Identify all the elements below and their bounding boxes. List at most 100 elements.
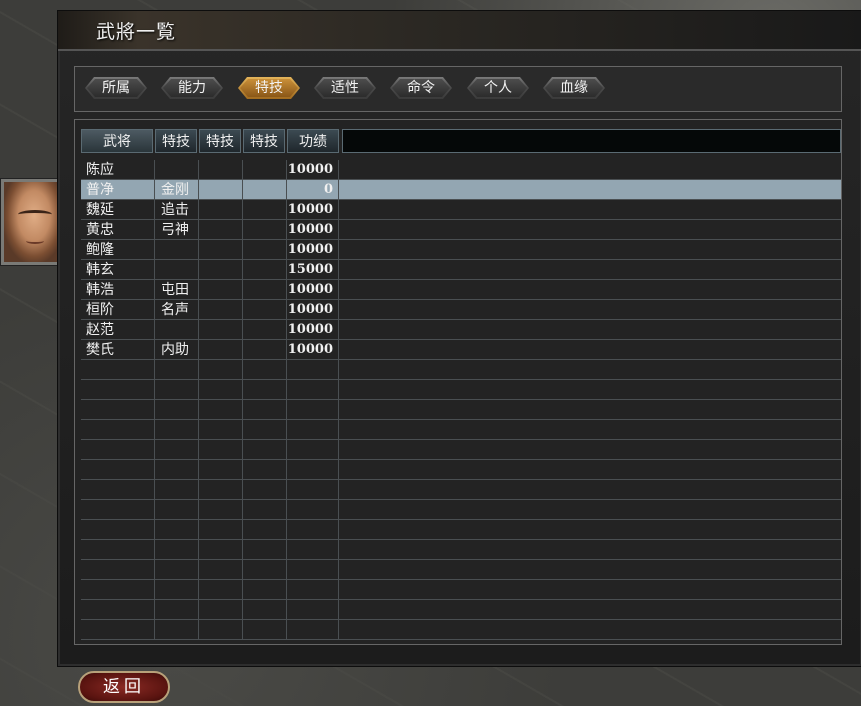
cell-name: 魏延 <box>86 202 114 218</box>
cell-skill1 <box>161 240 197 260</box>
cell-name: 赵范 <box>86 322 114 338</box>
cell-skill3 <box>249 180 285 200</box>
cell-name: 韩玄 <box>86 262 114 278</box>
cell-name: 韩浩 <box>86 282 114 298</box>
cell-skill3 <box>249 340 285 360</box>
header-merit[interactable]: 功绩 <box>287 129 339 153</box>
table-row-empty <box>81 460 841 480</box>
table-row-empty <box>81 420 841 440</box>
cell-skill3 <box>249 220 285 240</box>
cell-skill3 <box>249 320 285 340</box>
officer-table-panel: 武将 特技 特技 特技 功绩 樊氏 内助 10000 赵范 10000 桓阶 名声 10000… <box>74 119 842 645</box>
table-row-empty <box>81 400 841 420</box>
table-body: 樊氏 内助 10000 赵范 10000 桓阶 名声 10000 韩浩 屯田 10000 韩玄 1500… <box>81 160 841 640</box>
officer-list-window: 武將一覧 所属 能力 特技 适性 命令 个人 血缘 武将 特技 特技 特技 功绩… <box>57 10 861 667</box>
cell-skill2 <box>205 220 241 240</box>
table-row[interactable]: 樊氏 内助 10000 <box>81 340 841 360</box>
cell-name: 樊氏 <box>86 342 114 358</box>
cell-merit: 10000 <box>287 162 333 177</box>
column-divider <box>338 160 339 640</box>
table-row[interactable]: 桓阶 名声 10000 <box>81 300 841 320</box>
tab-command[interactable]: 命令 <box>390 77 452 99</box>
cell-skill1: 追击 <box>161 202 189 218</box>
cell-skill1 <box>161 260 197 280</box>
tab-label: 特技 <box>255 80 283 96</box>
tab-label: 血缘 <box>560 80 588 96</box>
cell-skill2 <box>205 320 241 340</box>
cell-merit: 10000 <box>287 342 333 357</box>
column-divider <box>242 160 243 640</box>
tab-bloodline[interactable]: 血缘 <box>543 77 605 99</box>
cell-skill3 <box>249 280 285 300</box>
table-row[interactable]: 黄忠 弓神 10000 <box>81 220 841 240</box>
header-empty-area <box>342 129 841 153</box>
cell-merit: 10000 <box>287 302 333 317</box>
tab-label: 能力 <box>178 80 206 96</box>
table-header: 武将 特技 特技 特技 功绩 <box>81 129 841 153</box>
cell-skill1: 金刚 <box>161 182 189 198</box>
cell-skill2 <box>205 200 241 220</box>
cell-skill1: 屯田 <box>161 282 189 298</box>
header-skill-1[interactable]: 特技 <box>155 129 197 153</box>
table-row-empty <box>81 520 841 540</box>
tab-personal[interactable]: 个人 <box>467 77 529 99</box>
column-divider <box>198 160 199 640</box>
table-row-empty <box>81 440 841 460</box>
table-row-empty <box>81 620 841 640</box>
cell-merit: 10000 <box>287 202 333 217</box>
title-bar: 武將一覧 <box>58 11 861 51</box>
cell-skill1 <box>161 320 197 340</box>
cell-skill2 <box>205 260 241 280</box>
cell-skill2 <box>205 180 241 200</box>
cell-name: 桓阶 <box>86 302 114 318</box>
tab-ability[interactable]: 能力 <box>161 77 223 99</box>
cell-merit: 10000 <box>287 242 333 257</box>
tab-affiliation[interactable]: 所属 <box>85 77 147 99</box>
cell-skill1: 名声 <box>161 302 189 318</box>
column-divider <box>154 160 155 640</box>
table-row-empty <box>81 580 841 600</box>
cell-merit: 10000 <box>287 222 333 237</box>
back-button[interactable]: 返回 <box>78 671 170 703</box>
cell-merit: 15000 <box>287 262 333 277</box>
tab-label: 个人 <box>484 80 512 96</box>
table-row[interactable]: 韩玄 15000 <box>81 260 841 280</box>
cell-skill1: 内助 <box>161 342 189 358</box>
cell-name: 陈应 <box>86 162 114 178</box>
cell-skill1 <box>161 160 197 180</box>
cell-name: 普净 <box>86 182 114 198</box>
cell-name: 黄忠 <box>86 222 114 238</box>
window-title: 武將一覧 <box>96 21 177 43</box>
cell-skill3 <box>249 200 285 220</box>
table-row-empty <box>81 540 841 560</box>
cell-merit: 10000 <box>287 282 333 297</box>
cell-skill2 <box>205 300 241 320</box>
table-row[interactable]: 鲍隆 10000 <box>81 240 841 260</box>
cell-merit: 10000 <box>287 322 333 337</box>
table-row-empty <box>81 380 841 400</box>
cell-skill2 <box>205 240 241 260</box>
table-row[interactable]: 魏延 追击 10000 <box>81 200 841 220</box>
table-row-empty <box>81 360 841 380</box>
table-row[interactable]: 韩浩 屯田 10000 <box>81 280 841 300</box>
tab-label: 所属 <box>102 80 130 96</box>
header-skill-3[interactable]: 特技 <box>243 129 285 153</box>
table-row[interactable]: 赵范 10000 <box>81 320 841 340</box>
cell-name: 鲍隆 <box>86 242 114 258</box>
cell-skill3 <box>249 240 285 260</box>
tab-skill[interactable]: 特技 <box>238 77 300 99</box>
portrait-face <box>4 182 64 262</box>
header-skill-2[interactable]: 特技 <box>199 129 241 153</box>
column-divider <box>286 160 287 640</box>
table-row[interactable]: 陈应 10000 <box>81 160 841 180</box>
tab-bar: 所属 能力 特技 适性 命令 个人 血缘 <box>74 66 842 112</box>
cell-merit: 0 <box>323 182 333 197</box>
cell-skill2 <box>205 280 241 300</box>
table-row[interactable]: 普净 金刚 0 <box>81 180 841 200</box>
tab-label: 适性 <box>331 80 359 96</box>
table-row-empty <box>81 600 841 620</box>
tab-aptitude[interactable]: 适性 <box>314 77 376 99</box>
header-officer[interactable]: 武将 <box>81 129 153 153</box>
cell-skill1: 弓神 <box>161 222 189 238</box>
tab-label: 命令 <box>407 80 435 96</box>
